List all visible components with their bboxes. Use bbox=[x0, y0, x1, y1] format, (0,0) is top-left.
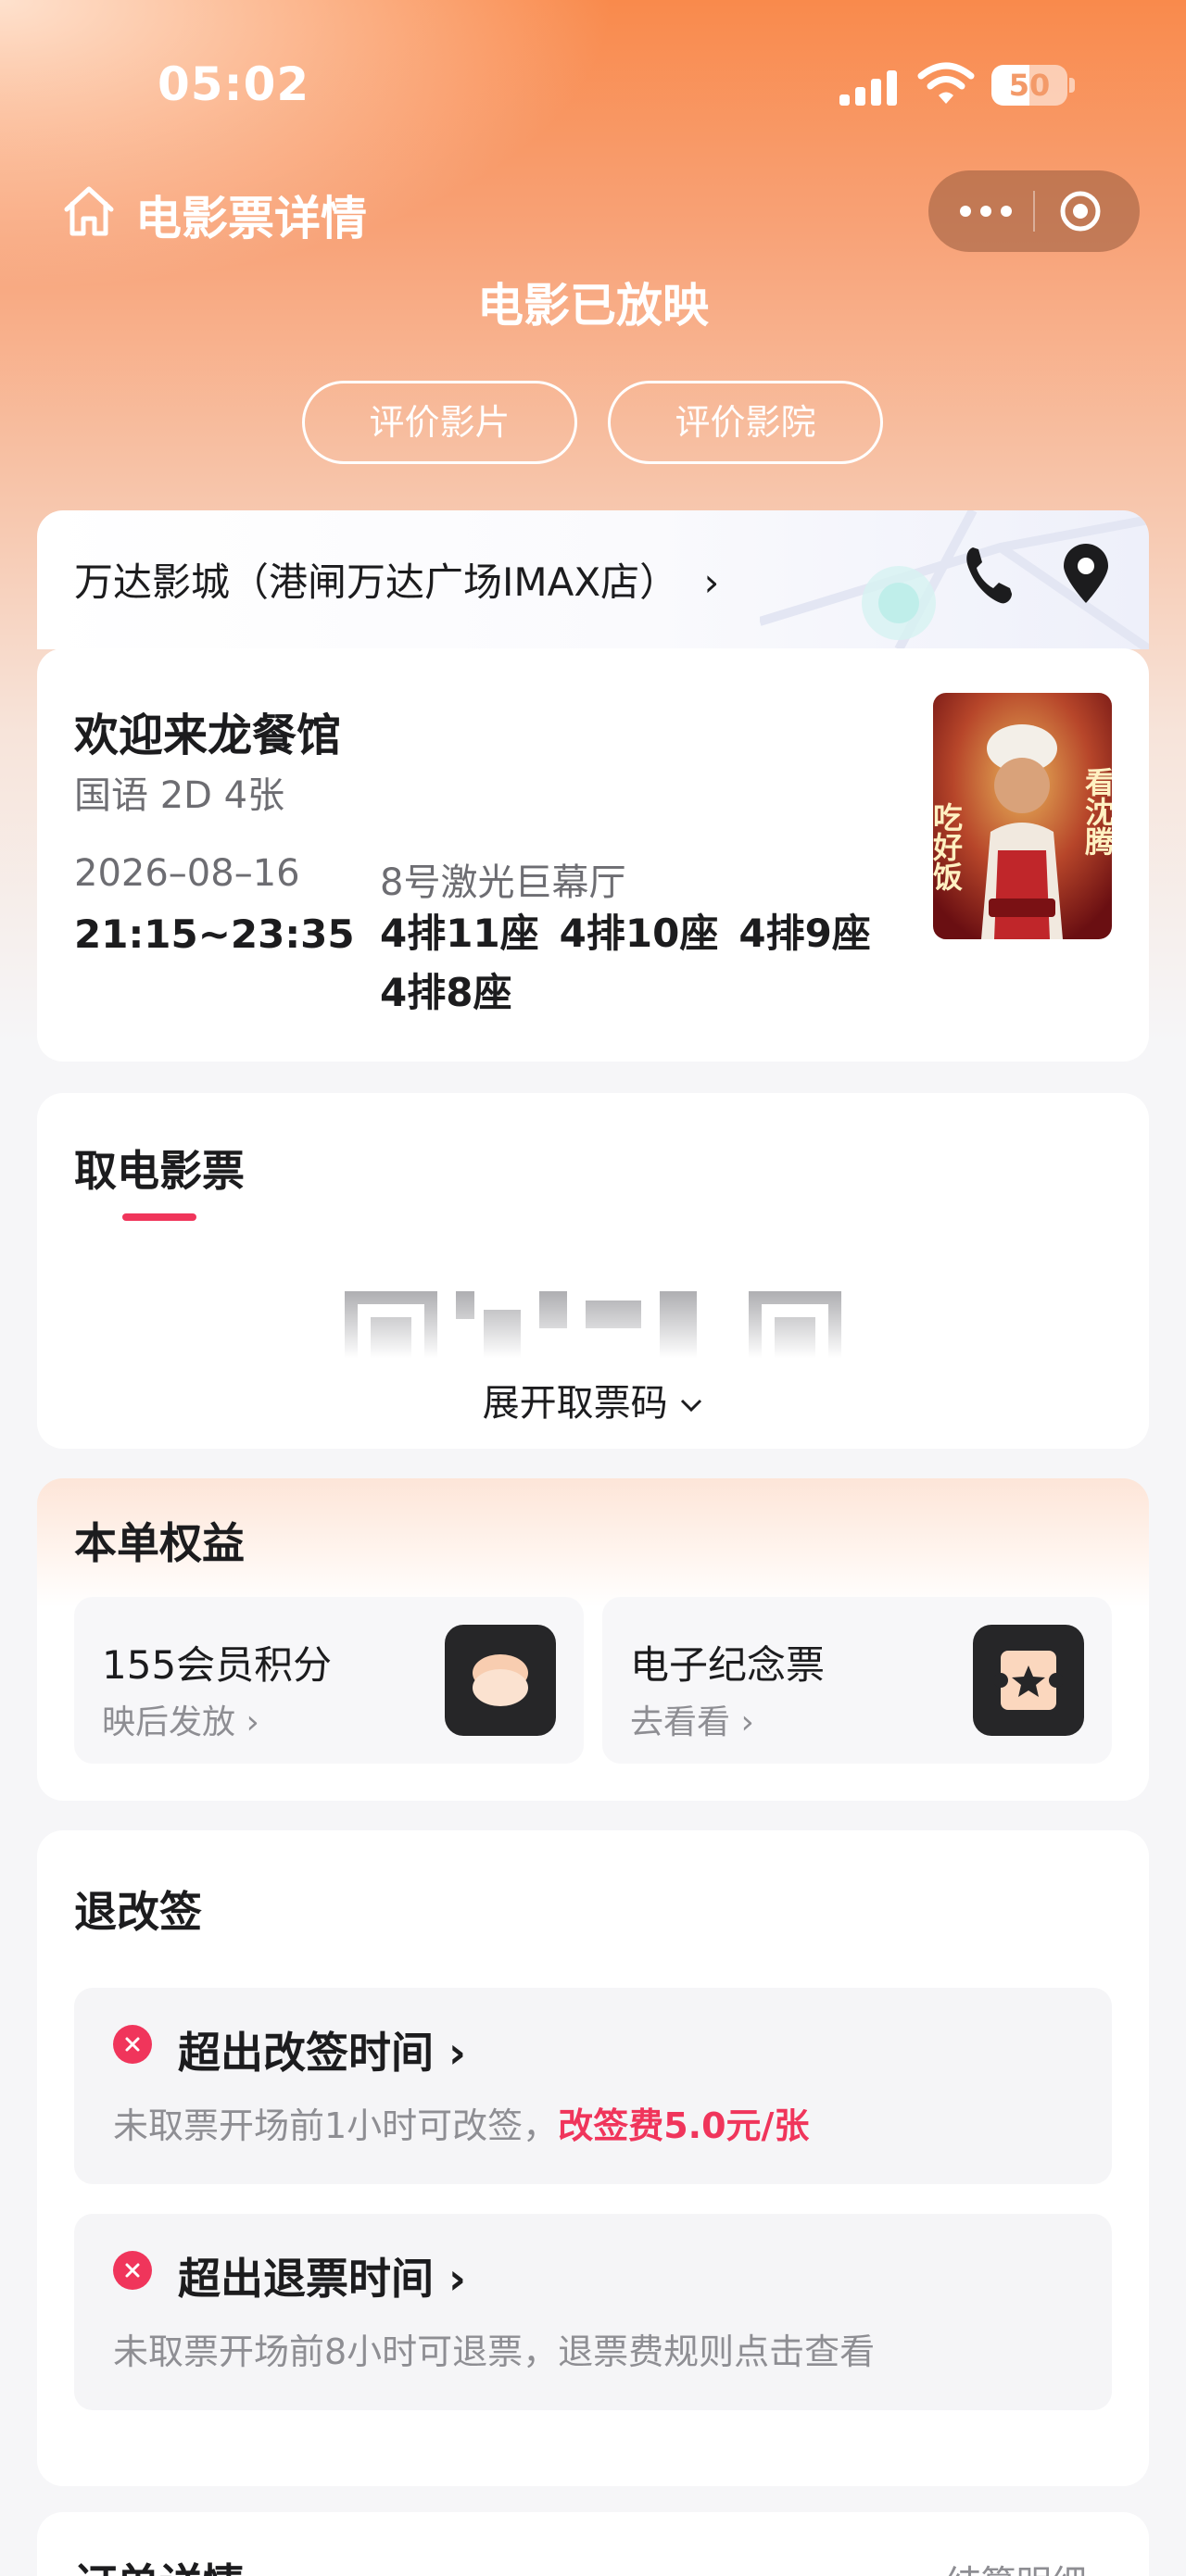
seat: 4排9座 bbox=[738, 911, 871, 956]
battery-icon: 50 bbox=[991, 65, 1075, 106]
cinema-name[interactable]: 万达影城（港闸万达广场IMAX店） › bbox=[74, 551, 719, 608]
phone-icon[interactable] bbox=[964, 544, 1014, 605]
souvenir-ticket-icon bbox=[973, 1625, 1084, 1736]
location-icon[interactable] bbox=[1060, 542, 1112, 605]
cellular-signal-icon bbox=[839, 67, 901, 106]
tab-indicator bbox=[122, 1213, 196, 1221]
movie-poster[interactable]: 吃好饭 看沈腾 bbox=[933, 693, 1112, 939]
page-title: 电影票详情 bbox=[135, 192, 367, 245]
movie-title: 欢迎来龙餐馆 bbox=[74, 710, 342, 761]
refund-title: 退改签 bbox=[74, 1887, 202, 1937]
benefits-title: 本单权益 bbox=[74, 1518, 245, 1568]
hall-name: 8号激光巨幕厅 bbox=[380, 861, 626, 904]
movie-info-card: 欢迎来龙餐馆 国语 2D 4张 2026–08–16 21:15~23:35 8… bbox=[37, 648, 1149, 1062]
poster-text-right: 看沈腾 bbox=[1080, 767, 1112, 856]
expand-ticket-code-button[interactable]: 展开取票码 bbox=[37, 1373, 1149, 1426]
benefit-points[interactable]: 155会员积分 映后发放 › bbox=[74, 1597, 584, 1764]
ticket-section-title: 取电影票 bbox=[74, 1146, 245, 1196]
error-icon bbox=[113, 2025, 152, 2064]
points-icon bbox=[445, 1625, 556, 1736]
refund-change-card: 退改签 超出改签时间 › 未取票开场前1小时可改签，改签费5.0元/张 超出退票… bbox=[37, 1830, 1149, 2486]
change-rule[interactable]: 超出改签时间 › 未取票开场前1小时可改签，改签费5.0元/张 bbox=[74, 1988, 1112, 2184]
benefit-souvenir-ticket[interactable]: 电子纪念票 去看看 › bbox=[602, 1597, 1112, 1764]
movie-language-format: 国语 2D 4张 bbox=[74, 774, 285, 817]
more-icon[interactable] bbox=[960, 202, 1016, 220]
seat: 4排10座 bbox=[559, 911, 719, 956]
cinema-row[interactable]: 万达影城（港闸万达广场IMAX店） › bbox=[37, 510, 1149, 649]
settlement-details-link[interactable]: 结算明细 › bbox=[946, 2555, 1112, 2576]
show-date: 2026–08–16 bbox=[74, 852, 300, 895]
screening-status: 电影已放映 bbox=[477, 279, 709, 333]
change-fee: 改签费5.0元/张 bbox=[558, 2105, 810, 2146]
home-icon[interactable] bbox=[59, 183, 119, 239]
chevron-right-icon: › bbox=[703, 559, 720, 605]
status-time: 05:02 bbox=[158, 57, 310, 111]
error-icon bbox=[113, 2251, 152, 2290]
show-time: 21:15~23:35 bbox=[74, 911, 355, 957]
wifi-icon bbox=[917, 62, 975, 104]
seat-list: 4排11座 4排10座 4排9座 4排8座 bbox=[380, 911, 899, 1015]
rate-cinema-button[interactable]: 评价影院 bbox=[608, 381, 883, 464]
qr-code-preview bbox=[345, 1291, 841, 1358]
order-details-title: 订单详情 bbox=[74, 2551, 245, 2576]
chevron-down-icon bbox=[681, 1399, 702, 1413]
ticket-pickup-card: 取电影票 展开取票码 bbox=[37, 1093, 1149, 1449]
order-details-card: 订单详情 结算明细 › bbox=[37, 2512, 1149, 2576]
order-benefits-card: 本单权益 155会员积分 映后发放 › 电子纪念票 去看看 › bbox=[37, 1478, 1149, 1801]
close-target-icon[interactable] bbox=[1058, 189, 1103, 233]
miniprogram-capsule bbox=[928, 170, 1140, 252]
battery-level: 50 bbox=[1008, 68, 1051, 103]
seat: 4排11座 bbox=[380, 911, 539, 956]
poster-text-left: 吃好饭 bbox=[933, 802, 964, 892]
rate-film-button[interactable]: 评价影片 bbox=[302, 381, 577, 464]
refund-rule[interactable]: 超出退票时间 › 未取票开场前8小时可退票，退票费规则点击查看 bbox=[74, 2214, 1112, 2410]
seat: 4排8座 bbox=[380, 970, 512, 1015]
